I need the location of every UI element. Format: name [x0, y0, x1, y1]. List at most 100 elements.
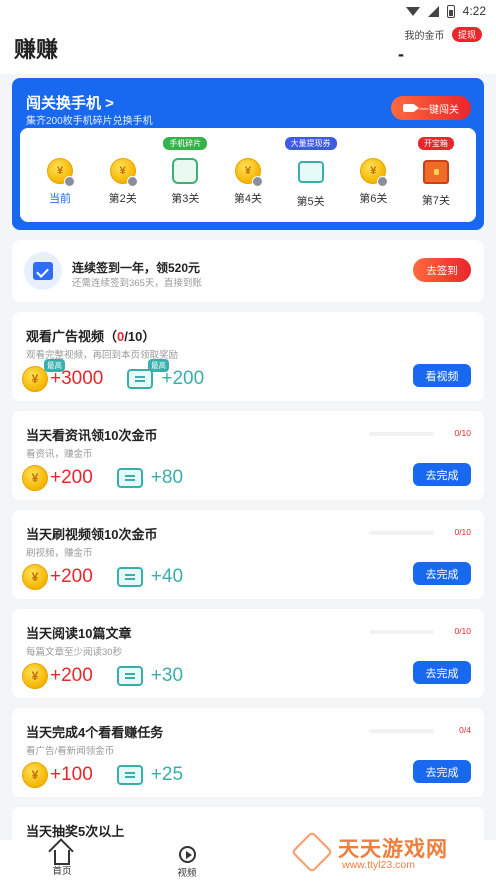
checkin-subtitle: 还需连续签到365天，直接到账	[72, 278, 202, 289]
task-subtitle: 刷视频，赚金币	[26, 548, 93, 559]
ticket-reward: +40	[150, 566, 184, 587]
stage-item[interactable]: 大量提现券 第5关	[284, 128, 337, 222]
watch-video-button[interactable]: 看视频	[413, 364, 471, 387]
ticket-icon	[297, 161, 324, 183]
nav-label: 首页	[52, 866, 72, 877]
puzzle-icon	[172, 158, 199, 184]
status-time: 4:22	[462, 4, 486, 18]
challenge-title[interactable]: 闯关换手机 >	[26, 92, 114, 113]
task-card: 当天看资讯领10次金币 0/10 看资讯，赚金币 ¥ +200 +80 去完成	[12, 411, 484, 500]
progress-text: 0/10	[454, 527, 471, 537]
play-icon	[251, 176, 263, 187]
stage-label: 第2关	[108, 193, 137, 205]
task-title: 观看广告视频（0/10）	[26, 329, 156, 344]
stage-item[interactable]: ¥ 第2关	[97, 128, 149, 222]
task-card: 当天刷视频领10次金币 0/10 刷视频，赚金币 ¥ +200 +40 去完成	[12, 510, 484, 599]
task-card: 当天完成4个看看赚任务 0/4 看广告/看新闻领金币 ¥ +100 +25 去完…	[12, 708, 484, 797]
play-icon	[64, 176, 75, 187]
task-title: 当天完成4个看看赚任务	[26, 725, 164, 740]
site-watermark: 天天游戏网 www.ttyl23.com	[290, 830, 472, 878]
status-bar: 4:22	[0, 0, 496, 22]
stage-label: 第5关	[296, 196, 325, 208]
coin-icon: ¥	[22, 564, 48, 590]
ticket-icon	[116, 765, 143, 785]
checkin-button[interactable]: 去签到	[413, 258, 471, 282]
my-coins[interactable]: 我的金币 提现	[405, 26, 482, 44]
ticket-reward: +200	[161, 368, 205, 389]
ticket-icon	[127, 369, 154, 389]
calendar-icon	[24, 252, 62, 290]
complete-task-button[interactable]: 去完成	[413, 562, 471, 585]
progress-text: 0/10	[454, 428, 471, 438]
max-tag: 最高	[44, 359, 65, 372]
progress-bar	[369, 729, 434, 733]
progress-bar	[369, 531, 434, 535]
complete-task-button[interactable]: 去完成	[413, 661, 471, 684]
task-rewards: ¥ +200 +80	[22, 465, 183, 491]
coin-reward: +200	[50, 566, 93, 587]
nav-item-video[interactable]: 视频	[167, 846, 207, 879]
progress-bar	[369, 432, 434, 436]
challenge-card: 闯关换手机 > 集齐200枚手机碎片兑换手机 一键闯关 ¥ 当前 ¥ 第2关 手…	[12, 78, 484, 230]
ticket-reward: +30	[150, 665, 184, 686]
task-title: 当天阅读10篇文章	[26, 626, 132, 641]
video-camera-icon	[403, 104, 419, 112]
my-coins-label: 我的金币	[404, 31, 445, 43]
max-tag: 最高	[148, 359, 169, 372]
coin-reward: +100	[50, 764, 93, 785]
one-click-challenge-button[interactable]: 一键闯关	[391, 96, 471, 120]
task-card: 观看广告视频（0/10） 观看完整视频，再回到本页领取奖励 ¥ 最高 +3000…	[12, 312, 484, 401]
ticket-icon	[116, 468, 143, 488]
progress-bar	[369, 630, 434, 634]
coin-balance: -	[398, 44, 404, 64]
play-icon	[377, 176, 389, 187]
challenge-subtitle: 集齐200枚手机碎片兑换手机	[26, 116, 153, 127]
ticket-reward: +80	[150, 467, 184, 488]
ticket-reward: +25	[150, 764, 184, 785]
nav-label: 视频	[177, 868, 197, 879]
coin-reward: +200	[50, 665, 93, 686]
complete-task-button[interactable]: 去完成	[413, 760, 471, 783]
checkin-title: 连续签到一年，领520元	[72, 261, 201, 275]
task-subtitle: 看广告/看新闻领金币	[26, 746, 115, 757]
one-click-challenge-label: 一键闯关	[419, 104, 459, 116]
ticket-icon	[116, 666, 143, 686]
task-card: 当天阅读10篇文章 0/10 每篇文章至少阅读30秒 ¥ +200 +30 去完…	[12, 609, 484, 698]
stage-label: 第4关	[233, 193, 263, 205]
task-rewards: ¥ 最高 +3000 最高 +200	[22, 359, 205, 392]
wifi-icon	[405, 6, 420, 16]
ticket-icon	[116, 567, 143, 587]
coin-icon: ¥	[22, 762, 48, 788]
task-subtitle: 看资讯，赚金币	[26, 449, 93, 460]
complete-task-button[interactable]: 去完成	[413, 463, 471, 486]
nav-item-home[interactable]: 首页	[42, 846, 82, 877]
page-header: 赚赚 我的金币 提现 -	[0, 22, 496, 74]
task-subtitle: 每篇文章至少阅读30秒	[26, 647, 123, 658]
stage-item[interactable]: 开宝箱 第7关	[410, 128, 462, 222]
checkin-card: 连续签到一年，领520元 还需连续签到365天，直接到账 去签到	[12, 240, 484, 302]
play-icon	[126, 176, 138, 187]
treasure-chest-icon	[422, 160, 449, 184]
task-rewards: ¥ +200 +40	[22, 564, 183, 590]
home-icon	[54, 850, 70, 865]
coin-icon: ¥	[22, 465, 48, 491]
progress-text: 0/4	[459, 725, 471, 735]
withdraw-button[interactable]: 提现	[451, 27, 482, 43]
stage-item[interactable]: 手机碎片 第3关	[159, 128, 211, 222]
battery-icon	[446, 4, 455, 18]
coin-reward: +200	[50, 467, 93, 488]
stage-list: ¥ 当前 ¥ 第2关 手机碎片 第3关 ¥ 第4关 大量提现券 第5关 ¥ 第6…	[20, 128, 476, 222]
task-rewards: ¥ +200 +30	[22, 663, 183, 689]
signal-icon	[427, 5, 439, 17]
stage-item[interactable]: ¥ 当前	[34, 128, 86, 222]
stage-badge: 大量提现券	[284, 137, 337, 150]
stage-badge: 手机碎片	[163, 137, 208, 150]
stage-item[interactable]: ¥ 第4关	[222, 128, 274, 222]
stage-label: 第7关	[421, 195, 450, 207]
stage-item[interactable]: ¥ 第6关	[347, 128, 399, 222]
stage-label: 当前	[49, 193, 71, 205]
stage-label: 第3关	[171, 193, 200, 205]
progress-text: 0/10	[454, 626, 471, 636]
stage-label: 第6关	[359, 193, 388, 205]
watermark-url: www.ttyl23.com	[342, 859, 415, 871]
